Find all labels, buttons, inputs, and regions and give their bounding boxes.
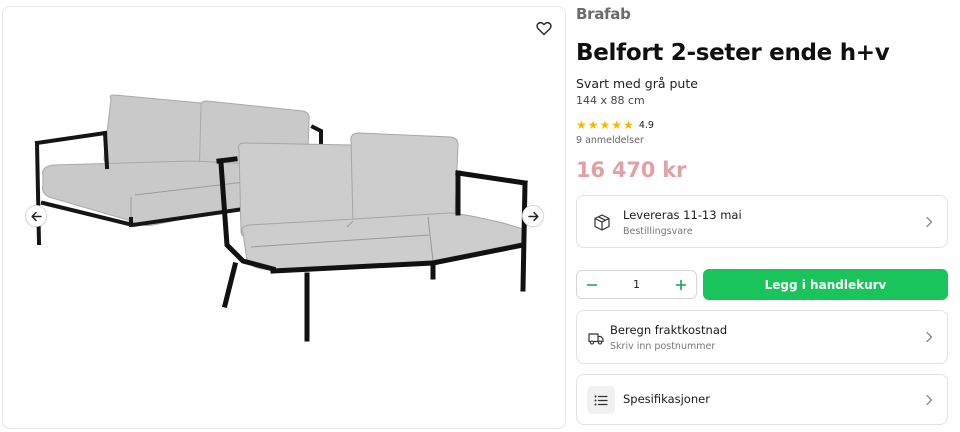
chevron-right-icon [926,331,933,343]
star-icon: ★ [611,118,623,132]
shipping-hint: Skriv inn postnummer [610,341,716,352]
review-count[interactable]: 9 anmeldelser [576,135,644,146]
chevron-right-icon [926,216,933,227]
rating[interactable]: ★ ★ ★ ★ ★ 4.9 [576,119,654,131]
specifications-text: Spesifikasjoner [623,392,710,406]
product-title: Belfort 2-seter ende h+v [576,40,890,66]
delivery-info-card[interactable]: Levereras 11-13 mai Bestillingsvare [576,195,948,248]
chevron-right-icon [926,394,933,405]
delivery-text: Levereras 11-13 mai Bestillingsvare [623,208,742,237]
list-icon [587,386,615,414]
favorite-button[interactable] [531,15,557,41]
star-icon: ★ [599,118,611,132]
star-icon: ★ [623,118,634,132]
decrease-quantity-button[interactable] [577,271,607,298]
product-variant: Svart med grå pute [576,76,698,91]
heart-icon [536,21,552,35]
delivery-date: Levereras 11-13 mai [623,208,742,222]
shipping-title: Beregn fraktkostnad [610,323,728,337]
arrow-right-icon [527,211,539,221]
minus-icon [586,283,598,286]
arrow-left-icon [30,211,42,221]
plus-icon [675,279,687,290]
previous-image-button[interactable] [25,205,47,227]
star-icon: ★ [587,118,599,132]
brand-name[interactable]: Brafab [576,5,631,23]
product-gallery [2,6,566,429]
next-image-button[interactable] [522,205,544,227]
quantity-input[interactable] [607,278,666,291]
quantity-stepper [576,270,697,299]
increase-quantity-button[interactable] [666,271,696,298]
rating-stars: ★ ★ ★ ★ ★ [576,119,634,131]
specifications-title: Spesifikasjoner [623,392,710,406]
star-icon: ★ [576,118,587,132]
product-image [34,94,528,342]
product-price: 16 470 kr [576,158,687,182]
add-to-cart-button[interactable]: Legg i handlekurv [703,269,948,300]
rating-value: 4.9 [638,119,654,131]
truck-icon [587,329,605,347]
product-dimensions: 144 x 88 cm [576,94,645,107]
shipping-cost-card[interactable]: Beregn fraktkostnad Skriv inn postnummer [576,310,948,364]
specifications-card[interactable]: Spesifikasjoner [576,374,948,425]
delivery-status: Bestillingsvare [623,226,693,237]
shipping-text: Beregn fraktkostnad Skriv inn postnummer [610,323,727,352]
package-icon [593,213,611,231]
